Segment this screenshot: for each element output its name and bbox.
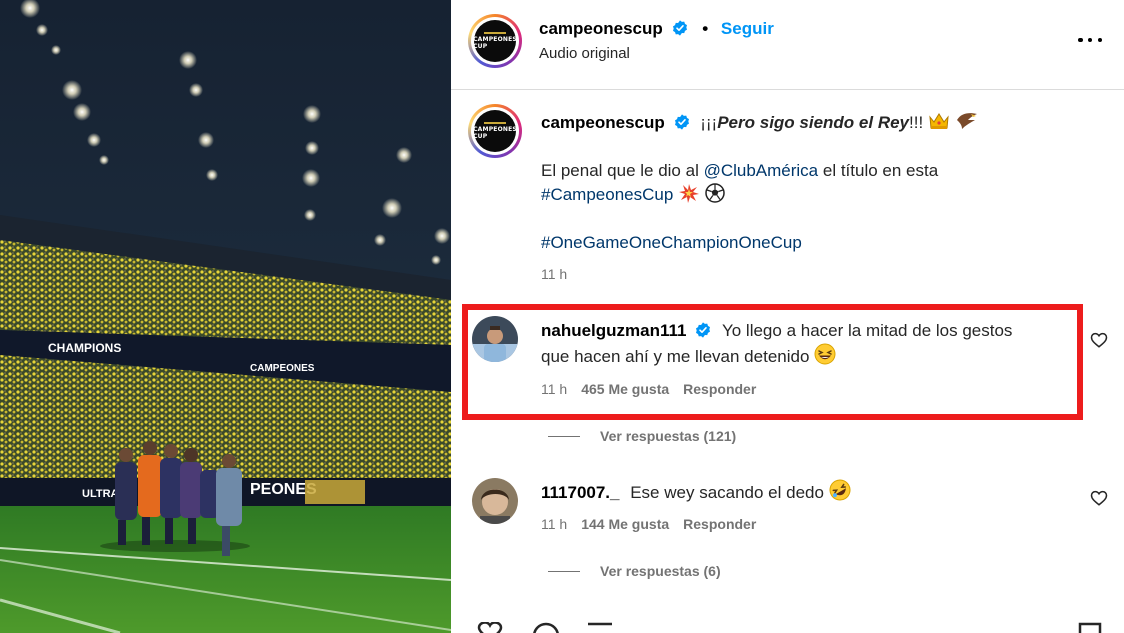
comment-text-line2: que hacen ahí y me llevan detenido	[541, 347, 810, 366]
verified-badge-icon	[696, 322, 711, 338]
post-action-bar	[451, 622, 1124, 633]
ad-board-ultra: ULTRA	[82, 488, 119, 500]
separator-dot: •	[702, 19, 709, 38]
author-avatar[interactable]: CAMPEONES CUP	[468, 14, 522, 68]
caption-username[interactable]: campeonescup	[541, 113, 665, 132]
follow-button[interactable]: Seguir	[721, 19, 774, 38]
caption-text-bold: Pero sigo siendo el Rey	[717, 113, 909, 132]
caption-text-suffix: !!!	[909, 113, 924, 132]
heart-icon[interactable]	[1090, 489, 1108, 507]
comment-bubble-icon[interactable]	[531, 622, 561, 633]
soccer-ball-emoji	[705, 183, 725, 203]
caption-timestamp[interactable]: 11 h	[541, 266, 567, 282]
crown-emoji	[929, 113, 949, 129]
reply-button[interactable]: Responder	[683, 381, 756, 397]
share-icon[interactable]	[585, 622, 615, 633]
view-replies-button[interactable]: Ver respuestas (6)	[548, 563, 721, 579]
stadium-video-frame: CHAMPIONS CAMPEONES ULTRA PEONES	[0, 0, 451, 633]
laughing-emoji	[814, 343, 836, 365]
comment-username[interactable]: 1117007._	[541, 483, 619, 502]
view-replies-button[interactable]: Ver respuestas (121)	[548, 428, 736, 444]
post-media[interactable]: CHAMPIONS CAMPEONES ULTRA PEONES	[0, 0, 451, 633]
view-replies-label: Ver respuestas (6)	[600, 563, 721, 579]
audio-label[interactable]: Audio original	[539, 45, 630, 62]
rolling-laughing-emoji	[829, 479, 851, 501]
view-replies-line	[548, 571, 580, 572]
heart-icon[interactable]	[1090, 331, 1108, 349]
campeones-cup-logo: CAMPEONES CUP	[473, 110, 517, 152]
post-header: CAMPEONES CUP campeonescup • Seguir Audi…	[451, 0, 1124, 90]
comment-likes[interactable]: 144 Me gusta	[581, 516, 669, 532]
comment-likes[interactable]: 465 Me gusta	[581, 381, 669, 397]
commenter-avatar[interactable]	[472, 316, 518, 362]
hashtag-onegameonechampiononecup[interactable]: #OneGameOneChampionOneCup	[541, 233, 802, 252]
caption-text-prefix: ¡¡¡	[700, 113, 718, 132]
eagle-emoji	[956, 113, 977, 129]
view-replies-line	[548, 436, 580, 437]
like-heart-icon[interactable]	[475, 622, 505, 633]
commenter-avatar[interactable]	[472, 478, 518, 524]
caption-line2-prefix: El penal que le dio al	[541, 161, 704, 180]
more-options-icon[interactable]	[1078, 30, 1102, 50]
comment-text-line1: Yo llego a hacer la mitad de los gestos	[721, 321, 1013, 340]
reply-button[interactable]: Responder	[683, 516, 756, 532]
author-username[interactable]: campeonescup	[539, 19, 663, 38]
campeones-cup-logo: CAMPEONES CUP	[473, 20, 517, 62]
hashtag-campeonescup[interactable]: #CampeonesCup	[541, 185, 673, 204]
banner-campeones: CAMPEONES	[250, 363, 315, 374]
caption-line2-suffix: el título en esta	[818, 161, 939, 180]
comment-username[interactable]: nahuelguzman111	[541, 321, 687, 340]
banner-champions: CHAMPIONS	[48, 341, 121, 355]
comment-text: Ese wey sacando el dedo	[630, 483, 824, 502]
comment-timestamp[interactable]: 11 h	[541, 516, 567, 532]
view-replies-label: Ver respuestas (121)	[600, 428, 737, 444]
collision-emoji	[679, 184, 700, 203]
comment-timestamp[interactable]: 11 h	[541, 381, 567, 397]
verified-badge-icon	[674, 114, 689, 130]
mention-clubamerica[interactable]: @ClubAmérica	[704, 161, 819, 180]
caption-author-avatar[interactable]: CAMPEONES CUP	[468, 104, 522, 158]
save-bookmark-icon[interactable]	[1076, 622, 1104, 633]
post-details-panel: CAMPEONES CUP campeonescup • Seguir Audi…	[451, 0, 1124, 633]
verified-badge-icon	[672, 20, 687, 36]
